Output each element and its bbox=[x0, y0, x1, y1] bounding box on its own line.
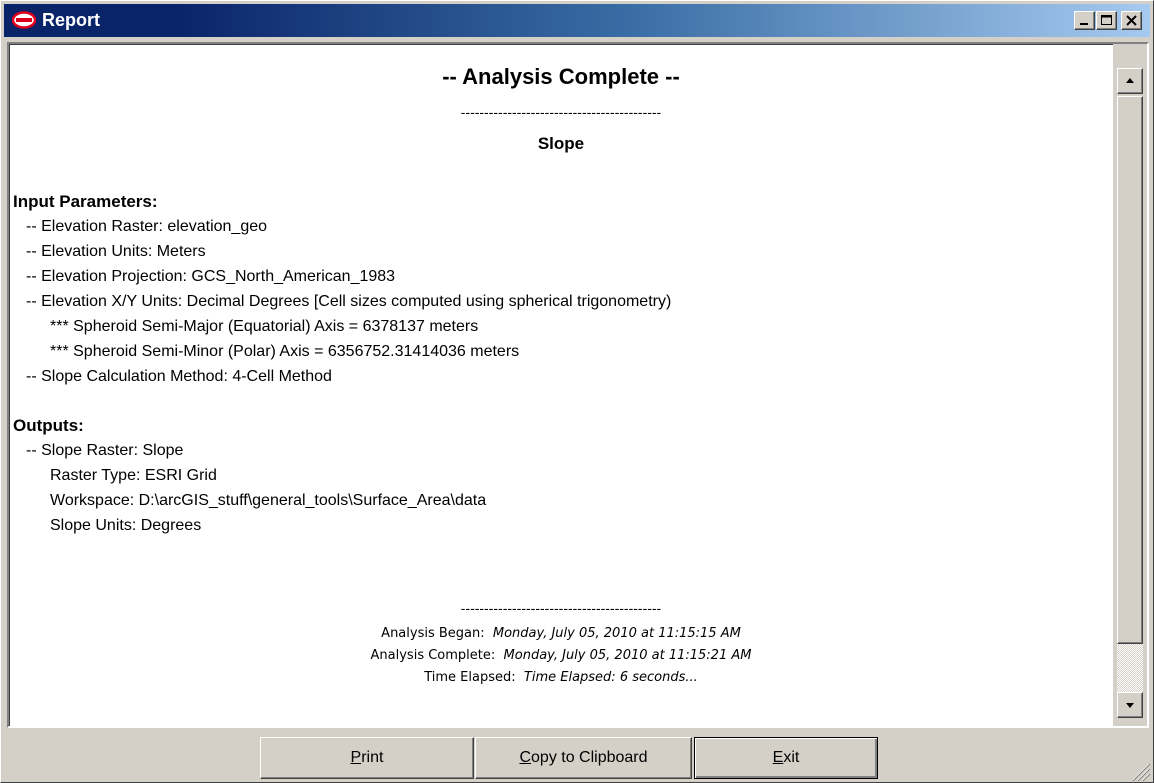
scroll-track[interactable] bbox=[1117, 644, 1143, 692]
report-panel: -- Analysis Complete -- ----------------… bbox=[7, 42, 1149, 728]
arrow-down-icon bbox=[1126, 703, 1134, 708]
analysis-complete-row: Analysis Complete: Monday, July 05, 2010… bbox=[9, 648, 1113, 663]
input-parameters-heading: Input Parameters: bbox=[13, 192, 158, 211]
scroll-up-button[interactable] bbox=[1117, 68, 1143, 94]
input-line: -- Elevation Units: Meters bbox=[26, 243, 206, 260]
analysis-began-label: Analysis Began: bbox=[381, 626, 485, 641]
input-line: *** Spheroid Semi-Minor (Polar) Axis = 6… bbox=[50, 343, 520, 360]
output-line: -- Slope Raster: Slope bbox=[26, 442, 184, 459]
copy-to-clipboard-button[interactable]: Copy to Clipboard bbox=[475, 737, 692, 779]
time-elapsed-label: Time Elapsed: bbox=[424, 670, 516, 685]
output-line: Raster Type: ESRI Grid bbox=[50, 467, 217, 484]
analysis-complete-value: Monday, July 05, 2010 at 11:15:21 AM bbox=[503, 648, 752, 663]
time-elapsed-value: Time Elapsed: 6 seconds... bbox=[523, 670, 698, 685]
scroll-down-button[interactable] bbox=[1117, 692, 1143, 718]
report-eye-icon bbox=[12, 11, 36, 29]
analysis-began-row: Analysis Began: Monday, July 05, 2010 at… bbox=[9, 626, 1113, 641]
title-bar[interactable]: Report bbox=[4, 4, 1150, 37]
output-line: Slope Units: Degrees bbox=[50, 517, 202, 534]
report-heading: -- Analysis Complete -- bbox=[442, 64, 680, 89]
minimize-button[interactable] bbox=[1074, 11, 1095, 30]
resize-grip-icon[interactable] bbox=[1127, 758, 1151, 782]
exit-label: xit bbox=[783, 749, 800, 766]
close-button[interactable] bbox=[1121, 11, 1142, 30]
copy-accel: C bbox=[519, 749, 532, 766]
input-line: -- Elevation Raster: elevation_geo bbox=[26, 218, 268, 235]
input-line: -- Elevation X/Y Units: Decimal Degrees … bbox=[26, 293, 672, 310]
time-elapsed-row: Time Elapsed: Time Elapsed: 6 seconds... bbox=[9, 670, 1113, 685]
close-icon bbox=[1126, 15, 1137, 26]
output-line: Workspace: D:\arcGIS_stuff\general_tools… bbox=[50, 492, 487, 509]
print-accel: P bbox=[350, 749, 362, 766]
print-button[interactable]: Print bbox=[260, 737, 474, 779]
analysis-began-value: Monday, July 05, 2010 at 11:15:15 AM bbox=[492, 626, 741, 641]
arrow-up-icon bbox=[1126, 78, 1134, 83]
window-title: Report bbox=[42, 10, 100, 30]
report-window: Report -- Analysis Complete -- ---------… bbox=[0, 0, 1154, 783]
exit-accel: E bbox=[772, 749, 784, 766]
maximize-icon bbox=[1101, 15, 1112, 25]
heading-separator: ----------------------------------------… bbox=[460, 104, 662, 120]
exit-button[interactable]: Exit bbox=[694, 737, 878, 779]
print-label: rint bbox=[361, 749, 384, 766]
minimize-icon bbox=[1080, 23, 1088, 25]
scroll-thumb[interactable] bbox=[1117, 96, 1143, 644]
input-line: -- Elevation Projection: GCS_North_Ameri… bbox=[26, 268, 396, 285]
input-line: *** Spheroid Semi-Major (Equatorial) Axi… bbox=[50, 318, 479, 335]
report-content: -- Analysis Complete -- ----------------… bbox=[9, 44, 1113, 726]
analysis-complete-label: Analysis Complete: bbox=[370, 648, 496, 663]
report-subtitle: Slope bbox=[537, 134, 585, 153]
outputs-heading: Outputs: bbox=[13, 416, 84, 435]
copy-label: opy to Clipboard bbox=[531, 749, 648, 766]
vertical-scrollbar[interactable] bbox=[1113, 44, 1147, 726]
maximize-button[interactable] bbox=[1096, 11, 1117, 30]
input-line: -- Slope Calculation Method: 4-Cell Meth… bbox=[26, 368, 332, 385]
footer-separator: ----------------------------------------… bbox=[460, 600, 662, 616]
